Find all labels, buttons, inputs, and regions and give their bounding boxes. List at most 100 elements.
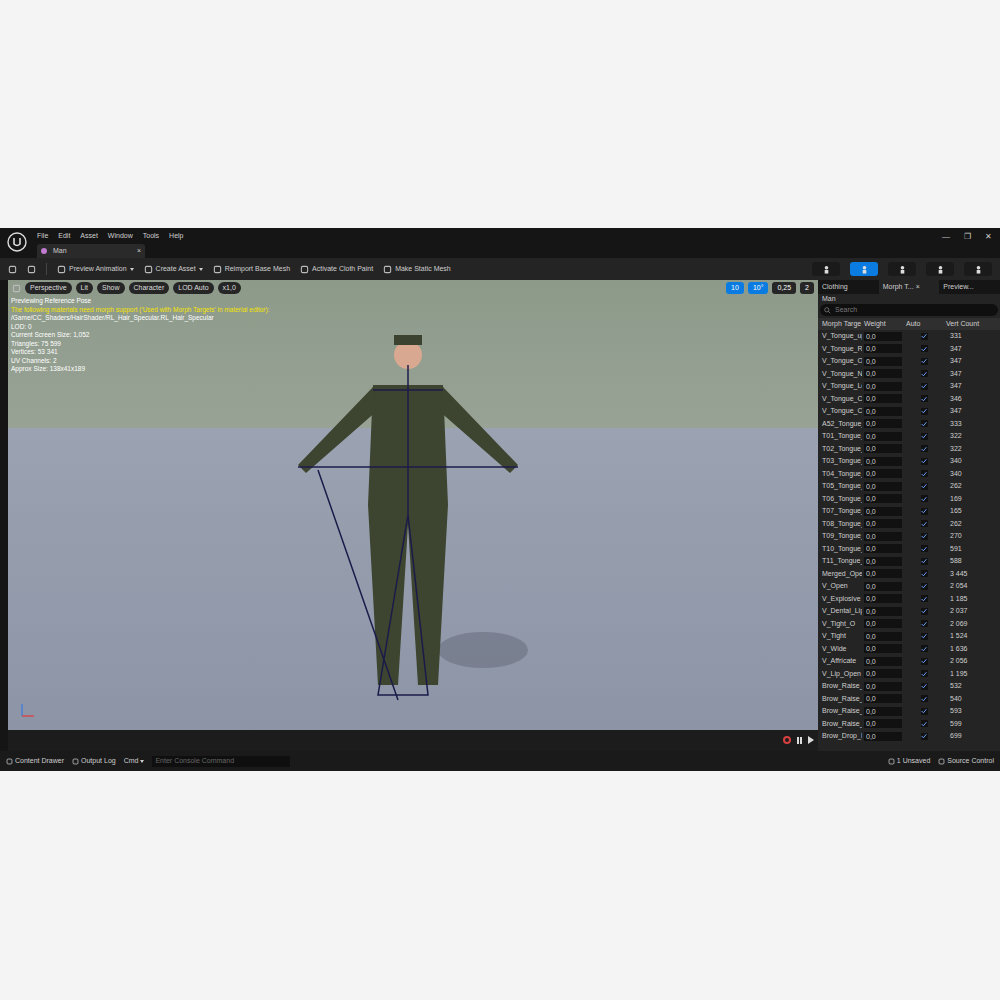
weight-field[interactable]: 0,0 [864, 382, 902, 391]
auto-checkbox[interactable] [921, 545, 928, 552]
status-button[interactable]: 1 Unsaved [888, 756, 930, 767]
morph-target-row[interactable]: V_Tongue_Cu0,0347 [818, 405, 1000, 418]
auto-checkbox[interactable] [921, 420, 928, 427]
auto-checkbox[interactable] [921, 333, 928, 340]
morph-target-row[interactable]: T06_Tongue_0,0169 [818, 493, 1000, 506]
auto-checkbox[interactable] [921, 358, 928, 365]
morph-target-row[interactable]: Brow_Raise_I0,0532 [818, 680, 1000, 693]
menu-item[interactable]: Window [108, 231, 133, 242]
mode-button[interactable] [850, 262, 878, 276]
morph-target-row[interactable]: V_Affricate0,02 056 [818, 655, 1000, 668]
weight-field[interactable]: 0,0 [864, 669, 902, 678]
auto-checkbox[interactable] [921, 583, 928, 590]
auto-checkbox[interactable] [921, 345, 928, 352]
panel-tab[interactable]: Preview... [939, 280, 1000, 294]
mode-button[interactable] [812, 262, 840, 276]
morph-target-row[interactable]: T07_Tongue_0,0165 [818, 505, 1000, 518]
auto-checkbox[interactable] [921, 395, 928, 402]
column-header[interactable]: Morph Targe [818, 319, 862, 330]
morph-target-row[interactable]: T05_Tongue_I0,0262 [818, 480, 1000, 493]
menu-item[interactable]: Help [169, 231, 183, 242]
mode-button[interactable] [888, 262, 916, 276]
toolbar-button[interactable]: Make Static Mesh [383, 264, 451, 275]
panel-tab[interactable]: Morph T...× [879, 280, 940, 294]
morph-target-row[interactable]: T08_Tongue_0,0262 [818, 518, 1000, 531]
morph-target-row[interactable]: Merged_Open0,03 445 [818, 568, 1000, 581]
auto-checkbox[interactable] [921, 520, 928, 527]
pause-button[interactable] [797, 737, 802, 744]
auto-checkbox[interactable] [921, 508, 928, 515]
toolbar-button[interactable]: Create Asset [144, 264, 203, 275]
auto-checkbox[interactable] [921, 470, 928, 477]
viewport-snap-button[interactable]: 2 [800, 282, 814, 294]
auto-checkbox[interactable] [921, 670, 928, 677]
asset-tab[interactable]: Man× [37, 244, 145, 258]
auto-checkbox[interactable] [921, 683, 928, 690]
search-field[interactable]: Search [820, 304, 998, 316]
morph-target-row[interactable]: V_Tight_O0,02 069 [818, 618, 1000, 631]
morph-target-row[interactable]: T03_Tongue_I0,0340 [818, 455, 1000, 468]
mode-button[interactable] [964, 262, 992, 276]
status-button[interactable]: Source Control [938, 756, 994, 767]
morph-target-row[interactable]: Brow_Drop_Le0,0699 [818, 730, 1000, 743]
weight-field[interactable]: 0,0 [864, 519, 902, 528]
auto-checkbox[interactable] [921, 433, 928, 440]
auto-checkbox[interactable] [921, 483, 928, 490]
morph-target-row[interactable]: T01_Tongue_I0,0322 [818, 430, 1000, 443]
menu-item[interactable]: Asset [80, 231, 98, 242]
auto-checkbox[interactable] [921, 608, 928, 615]
viewport-toolbar-button[interactable]: x1,0 [218, 282, 241, 294]
auto-checkbox[interactable] [921, 370, 928, 377]
weight-field[interactable]: 0,0 [864, 332, 902, 341]
weight-field[interactable]: 0,0 [864, 457, 902, 466]
weight-field[interactable]: 0,0 [864, 407, 902, 416]
auto-checkbox[interactable] [921, 458, 928, 465]
weight-field[interactable]: 0,0 [864, 444, 902, 453]
menu-item[interactable]: Tools [143, 231, 159, 242]
weight-field[interactable]: 0,0 [864, 632, 902, 641]
tab-close-button[interactable]: × [137, 246, 141, 257]
auto-checkbox[interactable] [921, 733, 928, 740]
weight-field[interactable]: 0,0 [864, 394, 902, 403]
weight-field[interactable]: 0,0 [864, 719, 902, 728]
weight-field[interactable]: 0,0 [864, 582, 902, 591]
viewport-snap-button[interactable]: 10 [726, 282, 744, 294]
console-input[interactable]: Enter Console Command [152, 756, 290, 767]
column-header[interactable]: Vert Count [944, 319, 1000, 330]
step-button[interactable] [808, 736, 814, 744]
morph-target-row[interactable]: V_Explosive0,01 185 [818, 593, 1000, 606]
morph-target-row[interactable]: V_Dental_Lip0,02 037 [818, 605, 1000, 618]
morph-target-row[interactable]: T04_Tongue_I0,0340 [818, 468, 1000, 481]
auto-checkbox[interactable] [921, 383, 928, 390]
mode-button[interactable] [926, 262, 954, 276]
auto-checkbox[interactable] [921, 720, 928, 727]
weight-field[interactable]: 0,0 [864, 344, 902, 353]
morph-target-row[interactable]: T10_Tongue_I0,0591 [818, 543, 1000, 556]
weight-field[interactable]: 0,0 [864, 707, 902, 716]
morph-target-row[interactable]: V_Tongue_Lov0,0347 [818, 380, 1000, 393]
weight-field[interactable]: 0,0 [864, 569, 902, 578]
auto-checkbox[interactable] [921, 633, 928, 640]
morph-target-row[interactable]: V_Tongue_up0,0331 [818, 330, 1000, 343]
weight-field[interactable]: 0,0 [864, 469, 902, 478]
morph-target-row[interactable]: T09_Tongue_0,0270 [818, 530, 1000, 543]
weight-field[interactable]: 0,0 [864, 694, 902, 703]
auto-checkbox[interactable] [921, 645, 928, 652]
window-control-button[interactable]: — [942, 231, 950, 243]
morph-target-row[interactable]: V_Wide0,01 636 [818, 643, 1000, 656]
viewport-snap-button[interactable]: 0,25 [772, 282, 796, 294]
auto-checkbox[interactable] [921, 558, 928, 565]
weight-field[interactable]: 0,0 [864, 594, 902, 603]
toolbar-button[interactable]: Preview Animation [57, 264, 134, 275]
weight-field[interactable]: 0,0 [864, 507, 902, 516]
morph-target-row[interactable]: Brow_Raise_C0,0599 [818, 718, 1000, 731]
viewport-toolbar-button[interactable]: Lit [76, 282, 93, 294]
status-button[interactable]: Output Log [72, 756, 116, 767]
viewport-toolbar-button[interactable]: Perspective [25, 282, 72, 294]
morph-target-row[interactable]: V_Tongue_Ou0,0347 [818, 355, 1000, 368]
panel-tab[interactable]: Clothing [818, 280, 879, 294]
record-button[interactable] [783, 736, 791, 744]
weight-field[interactable]: 0,0 [864, 532, 902, 541]
status-button[interactable]: Content Drawer [6, 756, 64, 767]
tab-close-button[interactable]: × [916, 282, 920, 293]
